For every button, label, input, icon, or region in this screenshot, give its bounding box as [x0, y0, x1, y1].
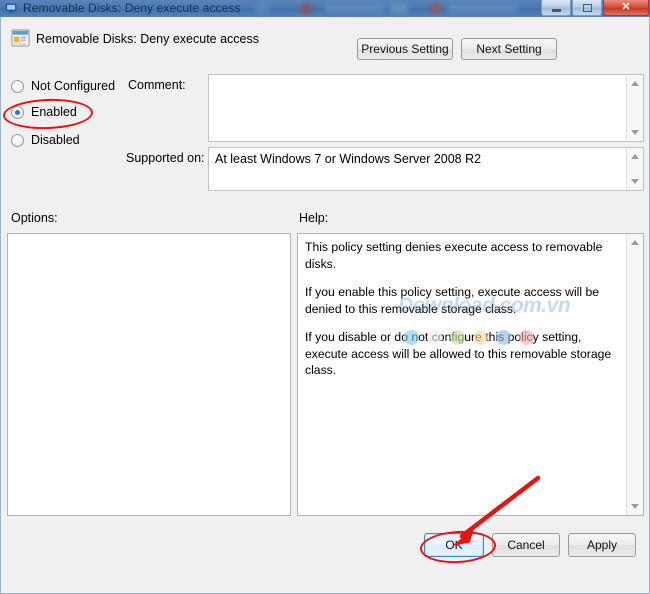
next-setting-button[interactable]: Next Setting — [461, 38, 557, 60]
radio-not-configured[interactable]: Not Configured — [11, 79, 115, 93]
radio-disabled-label: Disabled — [31, 133, 80, 147]
scroll-down-icon[interactable] — [631, 179, 639, 184]
supported-on-value: At least Windows 7 or Windows Server 200… — [215, 152, 482, 166]
minimize-button[interactable] — [541, 0, 571, 16]
options-label: Options: — [11, 211, 58, 225]
group-policy-setting-dialog: Removable Disks: Deny execute access ✕ R… — [0, 0, 650, 594]
maximize-button[interactable] — [572, 0, 602, 16]
title-bar[interactable]: Removable Disks: Deny execute access ✕ — [0, 0, 650, 18]
supported-on-scrollbar[interactable] — [626, 148, 643, 190]
previous-setting-button[interactable]: Previous Setting — [357, 38, 453, 60]
help-paragraph: If you enable this policy setting, execu… — [305, 285, 600, 316]
comment-label: Comment: — [128, 78, 186, 92]
help-panel: This policy setting denies execute acces… — [297, 233, 644, 516]
scroll-down-icon[interactable] — [631, 504, 639, 509]
help-paragraph: If you disable or do not configure this … — [305, 330, 612, 377]
scroll-down-icon[interactable] — [631, 130, 639, 135]
supported-on-field: At least Windows 7 or Windows Server 200… — [208, 147, 644, 191]
help-label: Help: — [299, 211, 329, 225]
scroll-up-icon[interactable] — [631, 240, 639, 245]
help-scrollbar[interactable] — [626, 234, 643, 515]
close-button[interactable]: ✕ — [603, 0, 649, 16]
supported-on-label: Supported on: — [126, 151, 205, 165]
policy-window-icon — [5, 3, 17, 14]
window-controls: ✕ — [541, 0, 649, 16]
cancel-button[interactable]: Cancel — [492, 533, 560, 557]
radio-disabled-mark[interactable] — [11, 133, 24, 147]
comment-input[interactable] — [208, 74, 644, 142]
page-title: Removable Disks: Deny execute access — [36, 32, 260, 46]
comment-scrollbar[interactable] — [626, 75, 643, 141]
close-icon: ✕ — [621, 1, 631, 13]
scroll-up-icon[interactable] — [631, 154, 639, 159]
help-paragraph: This policy setting denies execute acces… — [305, 240, 603, 271]
ok-button[interactable]: OK — [424, 533, 484, 557]
radio-not-configured-mark[interactable] — [11, 79, 24, 93]
maximize-icon — [582, 3, 592, 12]
group-policy-setting-icon — [11, 29, 30, 47]
scroll-up-icon[interactable] — [631, 81, 639, 86]
help-text: This policy setting denies execute acces… — [305, 239, 613, 379]
window-title: Removable Disks: Deny execute access — [23, 1, 241, 15]
minimize-icon — [551, 8, 561, 12]
radio-enabled[interactable]: Enabled — [11, 105, 77, 119]
options-panel[interactable] — [7, 233, 291, 516]
radio-disabled[interactable]: Disabled — [11, 133, 80, 147]
radio-enabled-mark[interactable] — [11, 105, 24, 119]
radio-not-configured-label: Not Configured — [31, 79, 116, 93]
radio-enabled-label: Enabled — [31, 105, 77, 119]
apply-button[interactable]: Apply — [568, 533, 636, 557]
